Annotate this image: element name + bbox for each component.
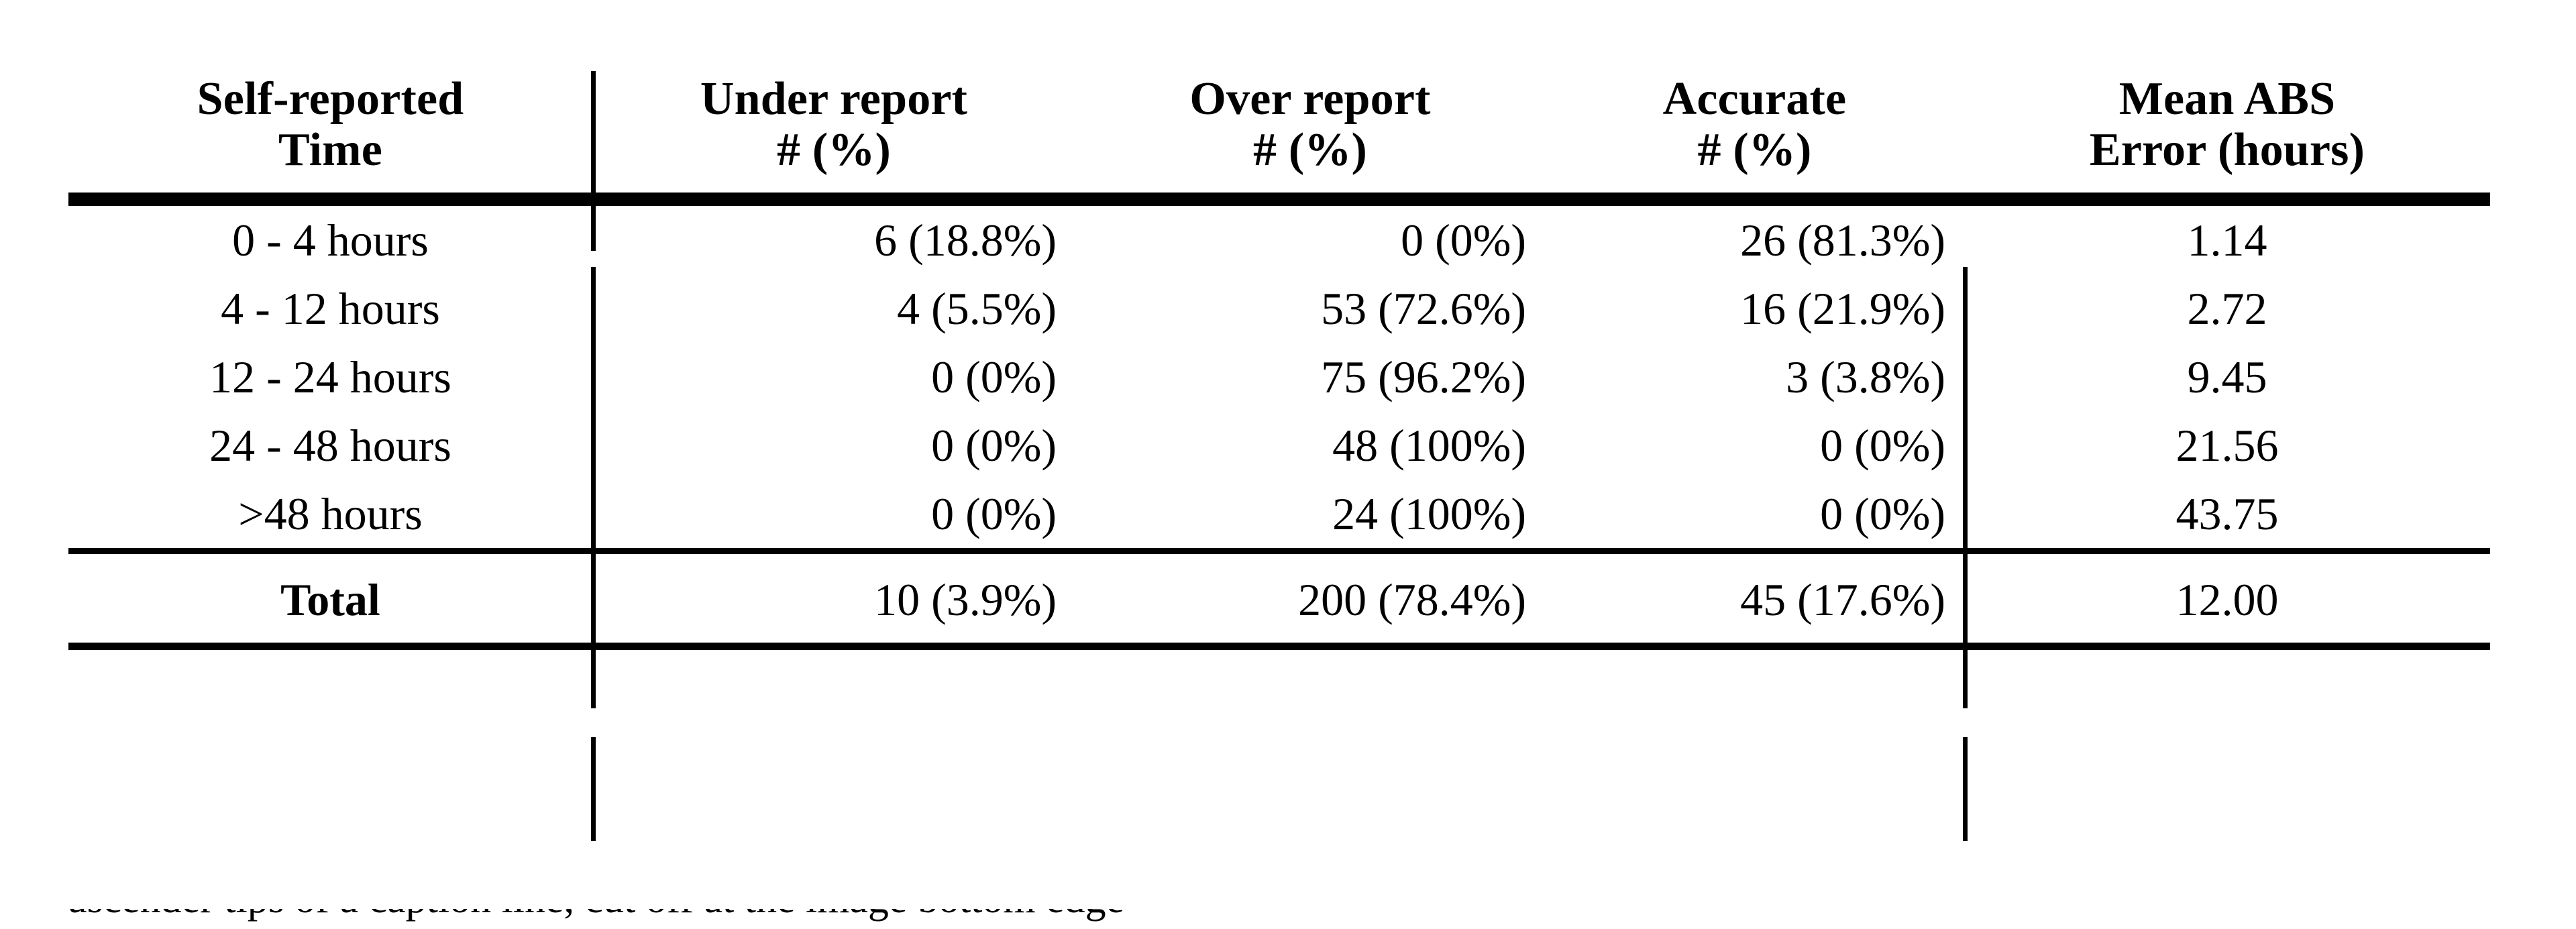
self-reported-time-accuracy-table: Self-reported Time Under report # (%) Ov… [68,58,2490,653]
cell-under-report: 0 (0%) [931,488,1057,540]
header-accurate-line1: Accurate [1662,73,1847,125]
header-over-report-line2: # (%) [1252,123,1368,176]
table-row: 4 - 12 hours 4 (5.5%) 53 (72.6%) 16 (21.… [68,274,2490,343]
column-divider-label-total [591,737,596,841]
cell-total-over-report: 200 (78.4%) [1298,574,1526,626]
cell-over-report: 24 (100%) [1332,488,1526,540]
table-caption-text: ascender tips of a caption line, cut off… [68,909,1124,920]
table-rule-bottom-group [68,643,2490,653]
table-rule-top-group [68,193,2490,204]
cell-mean-abs-error: 1.14 [2187,215,2267,266]
column-divider-mean-body [1963,267,1968,708]
header-self-reported-time-line1: Self-reported [197,73,464,125]
header-mean-abs-error-line2: Error (hours) [2089,123,2365,176]
column-divider-mean-total [1963,737,1968,841]
header-row: Self-reported Time Under report # (%) Ov… [68,58,2490,197]
cell-under-report: 0 (0%) [931,351,1057,403]
cell-mean-abs-error: 43.75 [2176,488,2279,540]
header-self-reported-time: Self-reported Time [68,58,592,197]
header-mean-abs-error: Mean ABS Error (hours) [1964,58,2490,197]
cell-total-label: Total [280,574,380,626]
rule-top [68,193,2490,204]
cell-total-under-report: 10 (3.9%) [874,574,1057,626]
cell-time-bucket: >48 hours [238,488,423,540]
table-total-row-group: Total 10 (3.9%) 200 (78.4%) 45 (17.6%) 1… [68,554,2490,647]
column-divider-label-header [591,71,596,251]
header-mean-abs-error-line1: Mean ABS [2118,73,2336,125]
table-caption-clipped: ascender tips of a caption line, cut off… [68,909,2490,929]
header-accurate: Accurate # (%) [1545,58,1964,197]
table-row: 12 - 24 hours 0 (0%) 75 (96.2%) 3 (3.8%)… [68,343,2490,411]
cell-over-report: 0 (0%) [1401,215,1526,266]
table-row-total: Total 10 (3.9%) 200 (78.4%) 45 (17.6%) 1… [68,554,2490,647]
table-row: >48 hours 0 (0%) 24 (100%) 0 (0%) 43.75 [68,480,2490,551]
cell-mean-abs-error: 2.72 [2187,283,2267,335]
table-row: 0 - 4 hours 6 (18.8%) 0 (0%) 26 (81.3%) … [68,206,2490,274]
cell-under-report: 6 (18.8%) [874,215,1057,266]
cell-over-report: 53 (72.6%) [1321,283,1526,335]
cell-over-report: 75 (96.2%) [1321,351,1526,403]
table-body: 0 - 4 hours 6 (18.8%) 0 (0%) 26 (81.3%) … [68,206,2490,551]
cell-mean-abs-error: 21.56 [2176,420,2279,472]
header-accurate-line2: # (%) [1697,123,1812,176]
cell-time-bucket: 12 - 24 hours [209,351,451,403]
header-under-report-line2: # (%) [776,123,892,176]
cell-mean-abs-error: 9.45 [2187,351,2267,403]
table-header: Self-reported Time Under report # (%) Ov… [68,58,2490,197]
table-row: 24 - 48 hours 0 (0%) 48 (100%) 0 (0%) 21… [68,411,2490,480]
header-over-report-line1: Over report [1189,73,1431,125]
page-root: Self-reported Time Under report # (%) Ov… [0,0,2576,929]
header-under-report: Under report # (%) [592,58,1075,197]
cell-accurate: 0 (0%) [1820,488,1945,540]
column-divider-label-body [591,267,596,708]
cell-time-bucket: 24 - 48 hours [209,420,451,472]
cell-total-mean-abs-error: 12.00 [2176,574,2279,626]
cell-accurate: 16 (21.9%) [1740,283,1945,335]
cell-accurate: 0 (0%) [1820,420,1945,472]
cell-time-bucket: 0 - 4 hours [232,215,429,266]
cell-accurate: 3 (3.8%) [1786,351,1945,403]
cell-accurate: 26 (81.3%) [1740,215,1945,266]
header-over-report: Over report # (%) [1075,58,1545,197]
cell-total-accurate: 45 (17.6%) [1740,574,1945,626]
header-under-report-line1: Under report [700,73,968,125]
cell-over-report: 48 (100%) [1332,420,1526,472]
rule-bottom [68,643,2490,653]
header-self-reported-time-line2: Time [278,123,383,176]
results-table-container: Self-reported Time Under report # (%) Ov… [68,58,2490,841]
cell-under-report: 0 (0%) [931,420,1057,472]
cell-time-bucket: 4 - 12 hours [221,283,440,335]
cell-under-report: 4 (5.5%) [897,283,1057,335]
